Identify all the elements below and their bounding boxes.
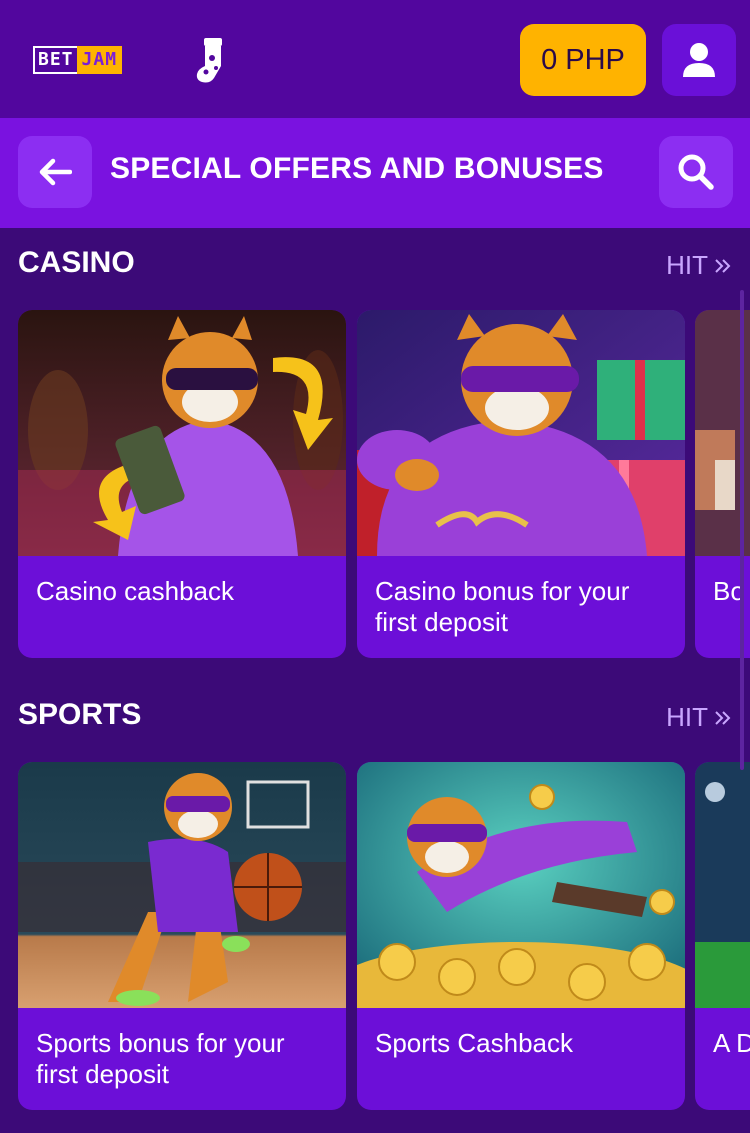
hit-label: HIT (666, 702, 708, 732)
user-icon (683, 43, 715, 77)
page-scrollbar[interactable] (740, 290, 744, 770)
betjam-logo[interactable]: BET JAM (33, 46, 123, 74)
profile-button[interactable] (662, 24, 736, 96)
offer-card-sports-partial[interactable]: A D (695, 762, 750, 1110)
sports-offers-row[interactable]: Sports bonus for your first deposit Spor… (0, 762, 750, 1110)
arrow-left-icon (39, 158, 72, 186)
top-bar: BET JAM 0 PHP (0, 0, 750, 118)
hit-label: HIT (666, 250, 708, 280)
casino-offers-row[interactable]: Casino cashback Casino bonus for your fi… (0, 310, 750, 658)
logo-text-jam: JAM (76, 46, 123, 74)
christmas-stocking-icon (196, 38, 222, 83)
offer-card-label: Bo (713, 576, 745, 606)
offer-card-casino-cashback[interactable]: Casino cashback (18, 310, 346, 658)
page-header: SPECIAL OFFERS AND BONUSES (0, 118, 750, 228)
offer-card-casino-first-deposit[interactable]: Casino bonus for your first deposit (357, 310, 685, 658)
stadium-image (695, 762, 750, 1008)
search-button[interactable] (659, 136, 733, 208)
search-icon (678, 154, 714, 190)
casino-hit-link[interactable]: HIT (666, 250, 732, 281)
double-chevron-right-icon (715, 710, 731, 725)
tiger-coins-image (357, 762, 685, 1008)
section-title-sports: SPORTS (18, 698, 142, 731)
offer-card-label: Casino cashback (36, 576, 234, 606)
double-chevron-right-icon (715, 258, 731, 273)
offer-card-sports-first-deposit[interactable]: Sports bonus for your first deposit (18, 762, 346, 1110)
offer-card-label: Casino bonus for your first deposit (375, 576, 630, 637)
page-title: SPECIAL OFFERS AND BONUSES (110, 152, 604, 185)
back-button[interactable] (18, 136, 92, 208)
tiger-basketball-image (18, 762, 346, 1008)
offer-card-label: A D (713, 1028, 750, 1058)
logo-text-bet: BET (33, 46, 77, 74)
tiger-gifts-image (357, 310, 685, 556)
offer-card-label: Sports bonus for your first deposit (36, 1028, 285, 1089)
sports-hit-link[interactable]: HIT (666, 702, 732, 733)
balance-button[interactable]: 0 PHP (520, 24, 646, 96)
tiger-cashback-image (18, 310, 346, 556)
offer-card-sports-cashback[interactable]: Sports Cashback (357, 762, 685, 1110)
section-title-casino: CASINO (18, 246, 135, 279)
offer-card-label: Sports Cashback (375, 1028, 573, 1058)
